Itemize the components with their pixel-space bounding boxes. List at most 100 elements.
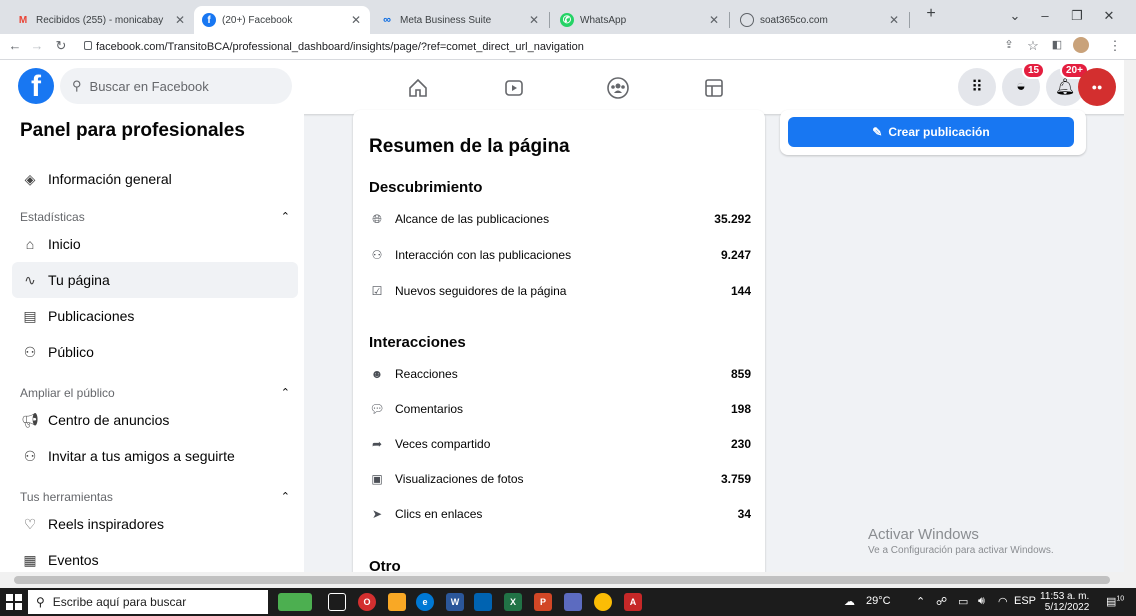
watch-icon[interactable] bbox=[500, 74, 528, 102]
browser-tab-soat[interactable]: soat365co.com ✕ bbox=[732, 6, 908, 34]
create-post-button[interactable]: ✎ Crear publicación bbox=[788, 117, 1074, 147]
opera-icon[interactable]: O bbox=[358, 593, 376, 611]
browser-tab-whatsapp[interactable]: ✆ WhatsApp ✕ bbox=[552, 6, 728, 34]
home-icon[interactable] bbox=[404, 74, 432, 102]
metric-value: 34 bbox=[737, 507, 751, 521]
metric-row: ▣ Visualizaciones de fotos 3.759 bbox=[369, 469, 751, 489]
clock[interactable]: 11:53 a. m. 5/12/2022 bbox=[1040, 591, 1089, 613]
scrollbar-thumb[interactable] bbox=[14, 576, 1110, 584]
metric-label: Alcance de las publicaciones bbox=[395, 212, 550, 226]
bamboo-widget-icon[interactable] bbox=[278, 593, 312, 611]
windows-start-icon[interactable] bbox=[6, 594, 22, 610]
sidebar: Panel para profesionales ◈ Información g… bbox=[0, 114, 304, 588]
app-icon[interactable] bbox=[564, 593, 582, 611]
sidebar-item-invite-friends[interactable]: ⚇ Invitar a tus amigos a seguirte bbox=[12, 438, 298, 474]
tab-search-chevron-icon[interactable]: ⌄ bbox=[1000, 8, 1030, 24]
account-avatar[interactable]: ●● bbox=[1078, 68, 1116, 106]
metric-label: Reacciones bbox=[395, 367, 458, 381]
sidebar-item-home[interactable]: ⌂ Inicio bbox=[12, 226, 298, 262]
metric-row: 🌐︎ Alcance de las publicaciones 35.292 bbox=[369, 209, 751, 229]
forward-button[interactable]: → bbox=[28, 38, 46, 53]
sidebar-item-ads-center[interactable]: 📢︎ Centro de anuncios bbox=[12, 402, 298, 438]
minimize-button[interactable]: – bbox=[1030, 8, 1060, 23]
network-icon[interactable]: ☍ bbox=[936, 595, 947, 608]
menu-grid-icon[interactable]: ⠿ bbox=[958, 68, 996, 106]
powerpoint-icon[interactable]: P bbox=[534, 593, 552, 611]
volume-icon[interactable]: 🔊︎ bbox=[978, 595, 985, 608]
tab-title: Meta Business Suite bbox=[400, 14, 492, 26]
browser-menu-icon[interactable]: ⋮ bbox=[1106, 38, 1124, 54]
close-icon[interactable]: ✕ bbox=[886, 13, 902, 27]
home-icon: ⌂ bbox=[25, 236, 35, 252]
sidebar-item-reels[interactable]: ♡ Reels inspiradores bbox=[12, 506, 298, 542]
url-field[interactable]: facebook.com/TransitoBCA/professional_da… bbox=[96, 41, 584, 53]
metric-value: 230 bbox=[730, 437, 751, 451]
tab-title: WhatsApp bbox=[580, 14, 627, 26]
metric-row: ☑ Nuevos seguidores de la página 144 bbox=[369, 281, 751, 301]
store-icon[interactable] bbox=[474, 593, 492, 611]
messenger-badge: 15 bbox=[1022, 62, 1046, 79]
gaming-icon[interactable] bbox=[700, 74, 728, 102]
excel-icon[interactable]: X bbox=[504, 593, 522, 611]
tab-separator bbox=[549, 12, 550, 28]
chevron-up-icon: ⌃ bbox=[280, 387, 290, 399]
profile-avatar[interactable] bbox=[1072, 37, 1090, 56]
groups-icon[interactable] bbox=[604, 74, 632, 102]
metric-value: 9.247 bbox=[720, 248, 751, 262]
battery-icon[interactable]: ▭ bbox=[958, 595, 968, 608]
weather-temp[interactable]: 29°C bbox=[866, 595, 891, 607]
sidebar-item-posts[interactable]: ▤ Publicaciones bbox=[12, 298, 298, 334]
acrobat-icon[interactable]: A bbox=[624, 593, 642, 611]
close-icon[interactable]: ✕ bbox=[706, 13, 722, 27]
browser-tab-facebook[interactable]: f (20+) Facebook ✕ bbox=[194, 6, 370, 34]
metric-value: 35.292 bbox=[714, 212, 751, 226]
sidebar-item-label: Inicio bbox=[48, 236, 81, 252]
back-button[interactable]: ← bbox=[6, 38, 24, 53]
horizontal-scrollbar[interactable] bbox=[0, 572, 1136, 588]
restore-button[interactable]: ❐ bbox=[1062, 8, 1092, 24]
weather-icon[interactable]: ☁ bbox=[844, 595, 855, 608]
browser-tab-gmail[interactable]: M Recibidos (255) - monicabay ✕ bbox=[8, 6, 194, 34]
new-tab-button[interactable]: + bbox=[916, 5, 946, 23]
taskbar-search-placeholder: Escribe aquí para buscar bbox=[52, 595, 187, 609]
file-explorer-icon[interactable] bbox=[388, 593, 406, 611]
comment-icon: 💬︎ bbox=[369, 402, 385, 416]
whatsapp-icon: ✆ bbox=[560, 13, 574, 27]
wifi-icon[interactable]: ◠ bbox=[998, 595, 1008, 608]
close-icon[interactable]: ✕ bbox=[172, 13, 188, 27]
activation-watermark-title: Activar Windows bbox=[868, 526, 979, 543]
metric-row: ➤ Clics en enlaces 34 bbox=[369, 504, 751, 524]
section-header-tools[interactable]: Tus herramientas ⌃ bbox=[20, 490, 290, 504]
section-header-audience[interactable]: Ampliar el público ⌃ bbox=[20, 386, 290, 400]
close-icon[interactable]: ✕ bbox=[348, 13, 364, 27]
taskbar-search-input[interactable]: ⚲ Escribe aquí para buscar bbox=[28, 590, 268, 614]
close-window-button[interactable]: ✕ bbox=[1094, 8, 1124, 24]
address-bar: ← → ↻ facebook.com/TransitoBCA/professio… bbox=[0, 34, 1136, 60]
edge-icon[interactable]: e bbox=[416, 593, 434, 611]
vertical-scrollbar[interactable] bbox=[1124, 60, 1136, 572]
notification-center-icon[interactable]: ▤10 bbox=[1106, 595, 1124, 608]
facebook-header: f ⚲ Buscar en Facebook ⠿ ◒ 15 🔔︎ 20+ ●● bbox=[0, 60, 1136, 114]
browser-tab-meta[interactable]: ∞ Meta Business Suite ✕ bbox=[372, 6, 548, 34]
chrome-icon[interactable] bbox=[594, 593, 612, 611]
facebook-logo[interactable]: f bbox=[18, 68, 54, 104]
tray-chevron-icon[interactable]: ⌃ bbox=[916, 595, 925, 608]
sidebar-item-overview[interactable]: ◈ Información general bbox=[12, 161, 298, 197]
close-icon[interactable]: ✕ bbox=[526, 13, 542, 27]
share-icon[interactable]: ⇪ bbox=[1000, 38, 1018, 51]
search-input[interactable]: ⚲ Buscar en Facebook bbox=[60, 68, 292, 104]
share-icon: ➦ bbox=[371, 437, 383, 451]
sidebar-item-label: Reels inspiradores bbox=[48, 516, 164, 532]
sidebar-item-audience[interactable]: ⚇ Público bbox=[12, 334, 298, 370]
sidebar-item-your-page[interactable]: ∿ Tu página bbox=[12, 262, 298, 298]
bookmark-star-icon[interactable]: ☆ bbox=[1024, 38, 1042, 54]
metric-row: ☻ Reacciones 859 bbox=[369, 364, 751, 384]
task-view-icon[interactable] bbox=[328, 593, 346, 611]
reload-button[interactable]: ↻ bbox=[52, 38, 70, 54]
section-header-stats[interactable]: Estadísticas ⌃ bbox=[20, 210, 290, 224]
sidebar-item-label: Centro de anuncios bbox=[48, 412, 170, 428]
language-indicator[interactable]: ESP bbox=[1014, 595, 1036, 607]
metric-label: Comentarios bbox=[395, 402, 464, 416]
word-icon[interactable]: W bbox=[446, 593, 464, 611]
side-panel-icon[interactable]: ◧ bbox=[1048, 38, 1066, 51]
